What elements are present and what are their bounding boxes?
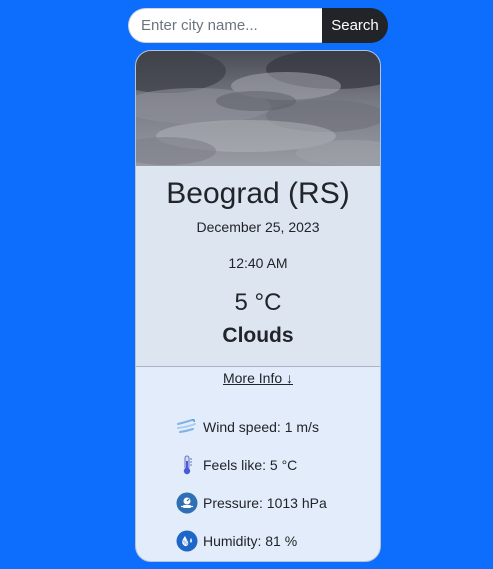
more-info-toggle[interactable]: More Info ↓ <box>136 369 380 387</box>
thermometer-icon <box>183 455 192 475</box>
pressure-label: Pressure: 1013 hPa <box>203 495 327 511</box>
search-button[interactable]: Search <box>322 8 388 43</box>
weather-details-list: Wind speed: 1 m/s Feels like: 5 °C Press… <box>176 408 376 560</box>
svg-text:%: % <box>183 541 188 547</box>
wind-icon <box>177 419 196 433</box>
weather-time: 12:40 AM <box>228 255 288 271</box>
city-search-input[interactable] <box>128 8 322 43</box>
humidity-icon: % <box>176 530 198 552</box>
humidity-label: Humidity: 81 % <box>203 533 298 549</box>
weather-card: Beograd (RS) December 25, 2023 12:40 AM … <box>135 50 381 562</box>
temperature: 5 °C <box>234 289 282 316</box>
weather-condition: Clouds <box>222 324 294 347</box>
city-name: Beograd (RS) <box>166 177 350 210</box>
wind-speed-label: Wind speed: 1 m/s <box>203 419 319 435</box>
humidity-item: % Humidity: 81 % <box>176 522 376 560</box>
feels-like-item: Feels like: 5 °C <box>176 446 376 484</box>
pressure-item: Pressure: 1013 hPa <box>176 484 376 522</box>
weather-date: December 25, 2023 <box>196 219 320 235</box>
pressure-gauge-icon <box>176 492 198 514</box>
feels-like-label: Feels like: 5 °C <box>203 457 298 473</box>
wind-speed-item: Wind speed: 1 m/s <box>176 408 376 446</box>
weather-summary: Beograd (RS) December 25, 2023 12:40 AM … <box>136 166 380 367</box>
cloudy-sky-image <box>136 51 380 166</box>
search-bar: Search <box>128 8 388 43</box>
